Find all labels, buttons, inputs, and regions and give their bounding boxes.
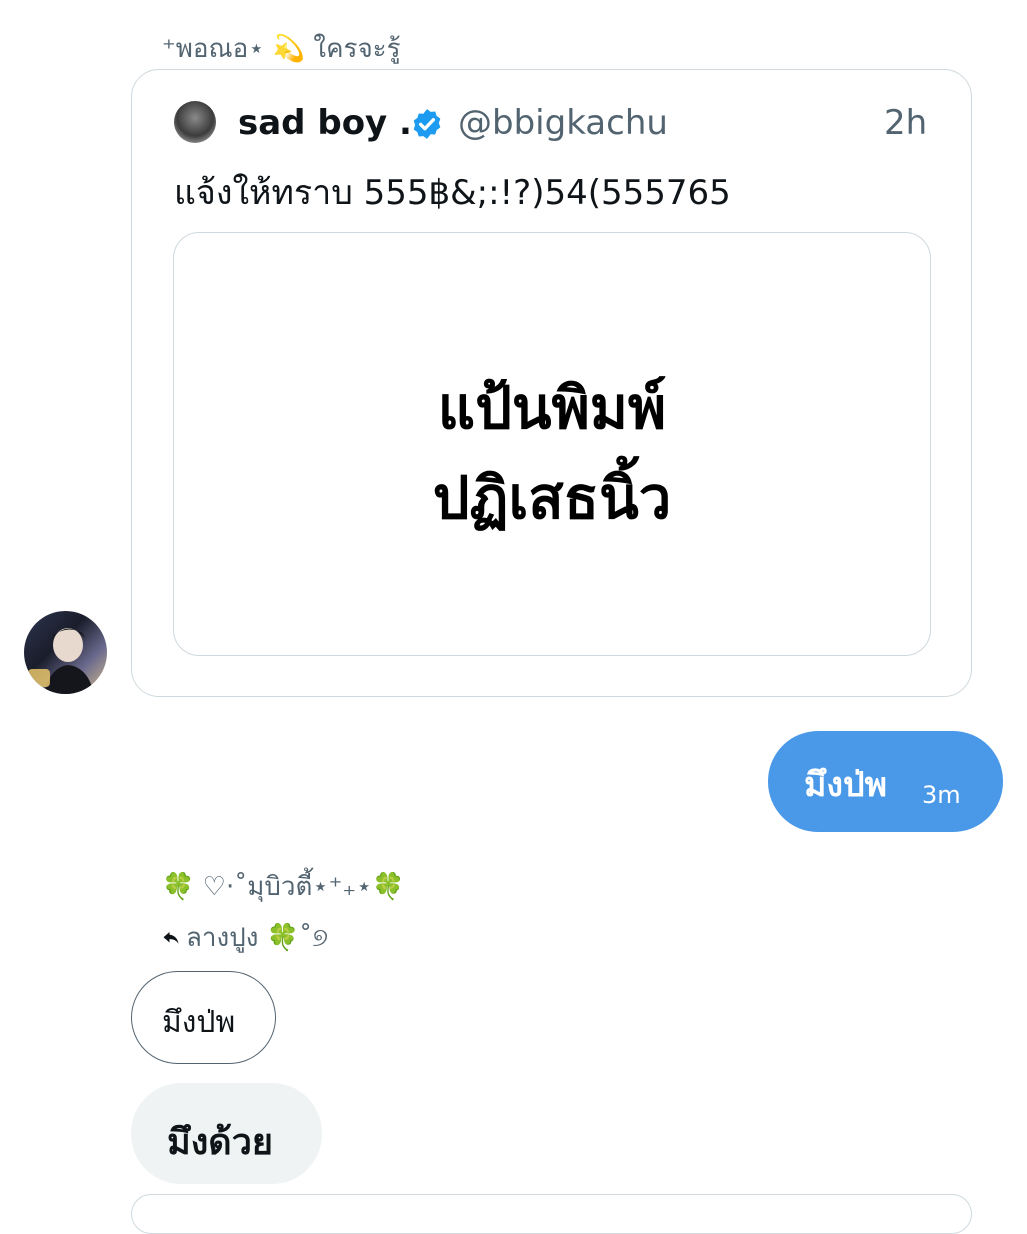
replied-message-preview[interactable]: มึงป่พ bbox=[131, 971, 276, 1064]
tweet-timestamp: 2h bbox=[884, 103, 928, 143]
tweet-media-image[interactable]: แป้นพิมพ์ ปฏิเสธนิ้ว bbox=[173, 232, 931, 656]
media-text-line: แป้นพิมพ์ bbox=[437, 374, 667, 442]
message-timestamp: 3m bbox=[922, 781, 961, 809]
reply-context: ลางปูง 🍀˚୭ bbox=[162, 917, 328, 958]
sender-name: 🍀 ♡·˚มุบิวตี้⋆⁺₊⋆🍀 bbox=[162, 872, 405, 902]
tweet-author-avatar[interactable] bbox=[174, 101, 216, 143]
replied-message-text: มึงป่พ bbox=[162, 1005, 236, 1040]
next-message-card[interactable] bbox=[131, 1194, 972, 1234]
tweet-author-name[interactable]: sad boy . bbox=[238, 103, 412, 143]
message-text: มึงด้วย bbox=[167, 1122, 273, 1163]
sender-name: ⁺พอณอ⋆ 💫 ใครจะรู้ bbox=[162, 34, 401, 64]
own-message-bubble[interactable]: มึงป่พ 3m bbox=[768, 731, 1003, 832]
tweet-text: แจ้งให้ทราบ 555฿&;:!?)54(555765 bbox=[174, 173, 731, 213]
avatar[interactable] bbox=[24, 611, 107, 694]
received-message-bubble[interactable]: มึงด้วย bbox=[131, 1083, 322, 1184]
reply-arrow-icon bbox=[163, 932, 179, 944]
reply-target-name: ลางปูง 🍀˚୭ bbox=[186, 923, 328, 953]
avatar-photo bbox=[28, 628, 94, 694]
media-text-line: ปฏิเสธนิ้ว bbox=[432, 464, 672, 532]
tweet-author-handle[interactable]: @bbigkachu bbox=[458, 103, 668, 143]
verified-badge-icon bbox=[413, 109, 441, 139]
message-text: มึงป่พ bbox=[804, 765, 888, 805]
